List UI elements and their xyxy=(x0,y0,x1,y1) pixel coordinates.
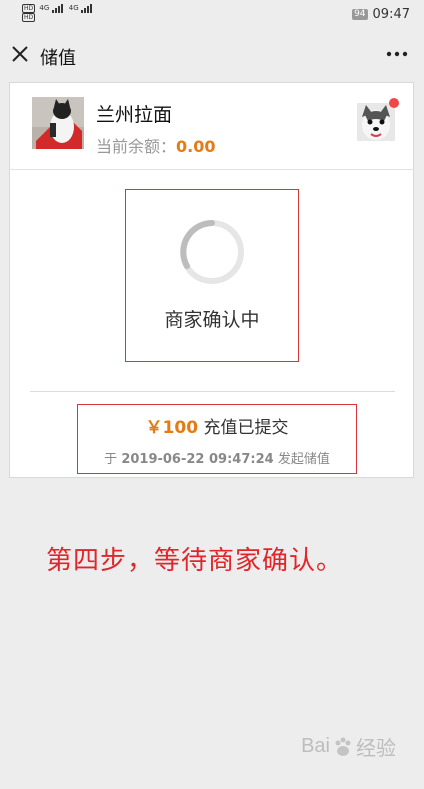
status-right: 94 09:47 xyxy=(352,7,410,22)
hd-badge: HD xyxy=(22,4,36,13)
submitted-time-line: 于 2019-06-22 09:47:24 发起储值 xyxy=(78,448,356,467)
confirm-status-text: 商家确认中 xyxy=(164,309,260,331)
submitted-text: 充值已提交 xyxy=(203,418,289,438)
notification-dot xyxy=(389,98,399,108)
watermark-brand: Bai xyxy=(301,735,330,757)
more-button[interactable] xyxy=(384,44,410,64)
submission-info-box: ￥100 充值已提交 于 2019-06-22 09:47:24 发起储值 xyxy=(77,404,357,474)
watermark-jingyan: 经验 xyxy=(356,738,396,760)
balance-label: 当前余额： xyxy=(96,137,177,156)
step-caption: 第四步，等待商家确认。 xyxy=(46,546,344,576)
dog-photo-icon xyxy=(357,103,395,141)
user-avatar[interactable] xyxy=(357,103,395,141)
confirm-status-box: 商家确认中 xyxy=(125,189,299,362)
signal-icon xyxy=(80,4,93,13)
balance-row: 当前余额：0.00 xyxy=(96,133,216,157)
battery-icon: 94 xyxy=(352,9,368,20)
balance-value: 0.00 xyxy=(176,137,216,156)
submitted-line: ￥100 充值已提交 xyxy=(78,413,356,438)
clock: 09:47 xyxy=(372,7,410,22)
amount-value: 100 xyxy=(162,418,199,438)
loading-spinner-icon xyxy=(180,220,244,284)
submitted-datetime: 2019-06-22 09:47:24 xyxy=(121,452,274,467)
more-icon xyxy=(386,51,408,57)
time-prefix: 于 xyxy=(104,452,118,467)
status-bar: HD 4G 4G HD 94 09:47 xyxy=(0,0,424,30)
merchant-header: 兰州拉面 当前余额：0.00 xyxy=(10,83,413,170)
signal-icon xyxy=(51,4,64,13)
paw-icon xyxy=(335,737,351,756)
network-label: 4G xyxy=(68,4,79,12)
title-bar: 储值 xyxy=(0,30,424,80)
amount-currency: ￥ xyxy=(145,418,163,438)
hd-badge: HD xyxy=(22,13,36,22)
signal-area: HD 4G 4G HD xyxy=(22,4,96,22)
cat-photo-icon xyxy=(32,97,84,149)
close-icon xyxy=(12,46,28,62)
network-label: 4G xyxy=(39,4,50,12)
baidu-watermark: Bai 经验 xyxy=(301,732,396,761)
page-title: 储值 xyxy=(40,48,76,69)
time-suffix: 发起储值 xyxy=(277,452,330,467)
merchant-avatar xyxy=(32,97,84,149)
stored-value-card: 兰州拉面 当前余额：0.00 商家确认中 ￥100 充值已提交 于 2019-0… xyxy=(9,82,414,478)
divider xyxy=(30,391,395,392)
close-button[interactable] xyxy=(8,42,32,66)
merchant-name: 兰州拉面 xyxy=(96,104,173,126)
